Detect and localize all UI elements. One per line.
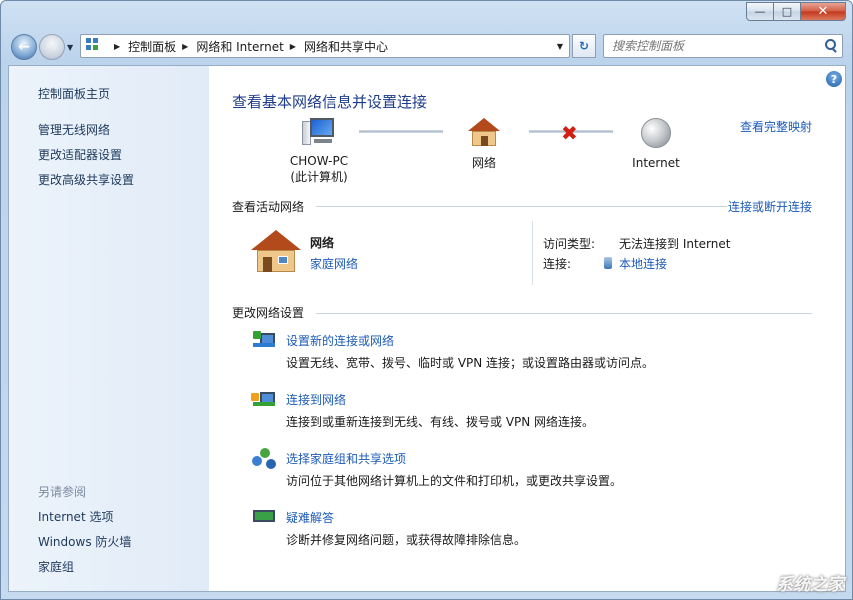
sidebar-link-manage-wireless[interactable]: 管理无线网络 bbox=[38, 121, 110, 138]
homegroup-sharing-icon bbox=[251, 448, 277, 472]
search-icon[interactable] bbox=[820, 35, 842, 57]
control-panel-window: — □ ✕ ← → ▼ ▶ 控制面板 ▶ 网络和 Internet ▶ 网络和共… bbox=[0, 0, 853, 600]
sidebar: 控制面板主页 管理无线网络 更改适配器设置 更改高级共享设置 另请参阅 Inte… bbox=[9, 66, 209, 591]
site-watermark: 系统之家 bbox=[776, 575, 844, 595]
troubleshoot-icon bbox=[251, 507, 277, 531]
access-type-value: 无法连接到 Internet bbox=[619, 237, 731, 251]
access-type-label: 访问类型: bbox=[543, 237, 596, 251]
breadcrumb-arrow-icon[interactable]: ▶ bbox=[182, 42, 188, 51]
connect-network-link[interactable]: 连接到网络 bbox=[286, 391, 346, 408]
troubleshoot-link[interactable]: 疑难解答 bbox=[286, 509, 334, 526]
setup-connection-desc: 设置无线、宽带、拨号、临时或 VPN 连接；或设置路由器或访问点。 bbox=[286, 356, 655, 370]
sidebar-link-advanced-sharing[interactable]: 更改高级共享设置 bbox=[38, 171, 134, 188]
breadcrumb-network-sharing-center[interactable]: 网络和共享中心 bbox=[304, 38, 388, 55]
map-node-internet[interactable]: Internet bbox=[621, 118, 691, 170]
map-node-computer[interactable]: CHOW-PC (此计算机) bbox=[279, 118, 359, 185]
minimize-button[interactable]: — bbox=[746, 2, 774, 21]
computer-name-label: CHOW-PC bbox=[289, 154, 349, 168]
connect-disconnect-link[interactable]: 连接或断开连接 bbox=[728, 198, 812, 215]
section-divider bbox=[316, 313, 812, 314]
breadcrumb-arrow-icon[interactable]: ▶ bbox=[290, 42, 296, 51]
home-network-icon bbox=[251, 230, 301, 274]
page-title: 查看基本网络信息并设置连接 bbox=[232, 93, 428, 111]
network-type-link[interactable]: 家庭网络 bbox=[310, 255, 358, 272]
globe-icon bbox=[641, 118, 671, 148]
navigation-bar: ← → ▼ ▶ 控制面板 ▶ 网络和 Internet ▶ 网络和共享中心 ▼ … bbox=[1, 29, 852, 65]
sidebar-link-internet-options[interactable]: Internet 选项 bbox=[38, 508, 113, 525]
vertical-divider bbox=[532, 221, 533, 285]
help-icon[interactable]: ? bbox=[826, 71, 842, 87]
sidebar-link-adapter-settings[interactable]: 更改适配器设置 bbox=[38, 146, 122, 163]
troubleshoot-desc: 诊断并修复网络问题，或获得故障排除信息。 bbox=[286, 533, 527, 547]
sidebar-link-homegroup[interactable]: 家庭组 bbox=[38, 558, 74, 575]
broken-connection-icon[interactable]: ✖ bbox=[561, 121, 578, 145]
connect-network-icon bbox=[251, 389, 277, 413]
address-bar[interactable]: ▶ 控制面板 ▶ 网络和 Internet ▶ 网络和共享中心 ▼ bbox=[80, 34, 570, 58]
new-connection-icon bbox=[251, 330, 277, 354]
homegroup-sharing-desc: 访问位于其他网络计算机上的文件和打印机，或更改共享设置。 bbox=[286, 474, 623, 488]
breadcrumb-network-internet[interactable]: 网络和 Internet bbox=[196, 38, 283, 55]
back-button[interactable]: ← bbox=[11, 34, 37, 60]
refresh-button[interactable]: ↻ bbox=[572, 34, 596, 58]
search-box[interactable] bbox=[603, 34, 843, 58]
address-dropdown-icon[interactable]: ▼ bbox=[557, 42, 563, 51]
connections-label: 连接: bbox=[543, 257, 572, 271]
house-icon bbox=[468, 118, 500, 148]
active-network-name: 网络 bbox=[310, 236, 335, 250]
internet-label: Internet bbox=[632, 156, 680, 170]
content-area: 控制面板主页 管理无线网络 更改适配器设置 更改高级共享设置 另请参阅 Inte… bbox=[8, 65, 846, 592]
local-connection-label: 本地连接 bbox=[619, 257, 668, 271]
computer-subtitle-label: (此计算机) bbox=[290, 170, 348, 184]
forward-button[interactable]: → bbox=[39, 34, 65, 60]
map-connection-line bbox=[359, 130, 443, 133]
close-button[interactable]: ✕ bbox=[800, 2, 846, 21]
map-node-network[interactable]: 网络 bbox=[454, 118, 514, 171]
connect-network-desc: 连接到或重新连接到无线、有线、拨号或 VPN 网络连接。 bbox=[286, 415, 595, 429]
homegroup-sharing-link[interactable]: 选择家庭组和共享选项 bbox=[286, 450, 406, 467]
local-connection-link[interactable]: 本地连接 bbox=[604, 255, 667, 272]
see-also-heading: 另请参阅 bbox=[38, 485, 87, 499]
search-input[interactable] bbox=[612, 39, 820, 53]
breadcrumb-control-panel[interactable]: 控制面板 bbox=[128, 38, 176, 55]
change-settings-heading: 更改网络设置 bbox=[232, 306, 305, 320]
see-full-map-link[interactable]: 查看完整映射 bbox=[740, 118, 812, 135]
maximize-button[interactable]: □ bbox=[773, 2, 801, 21]
sidebar-link-windows-firewall[interactable]: Windows 防火墙 bbox=[38, 533, 131, 550]
ethernet-connection-icon bbox=[604, 257, 612, 269]
breadcrumb-arrow-icon[interactable]: ▶ bbox=[114, 42, 120, 51]
setup-connection-link[interactable]: 设置新的连接或网络 bbox=[286, 332, 394, 349]
network-location-icon bbox=[86, 38, 104, 54]
main-pane: ? 查看基本网络信息并设置连接 查看完整映射 CHOW-PC (此计算机) 网络… bbox=[209, 66, 845, 591]
caption-buttons: — □ ✕ bbox=[746, 2, 846, 21]
active-networks-heading: 查看活动网络 bbox=[232, 200, 305, 214]
computer-icon bbox=[302, 118, 336, 148]
network-label: 网络 bbox=[471, 156, 496, 170]
section-divider bbox=[316, 206, 727, 207]
recent-pages-dropdown-icon[interactable]: ▼ bbox=[67, 43, 73, 52]
sidebar-link-control-panel-home[interactable]: 控制面板主页 bbox=[38, 85, 110, 102]
